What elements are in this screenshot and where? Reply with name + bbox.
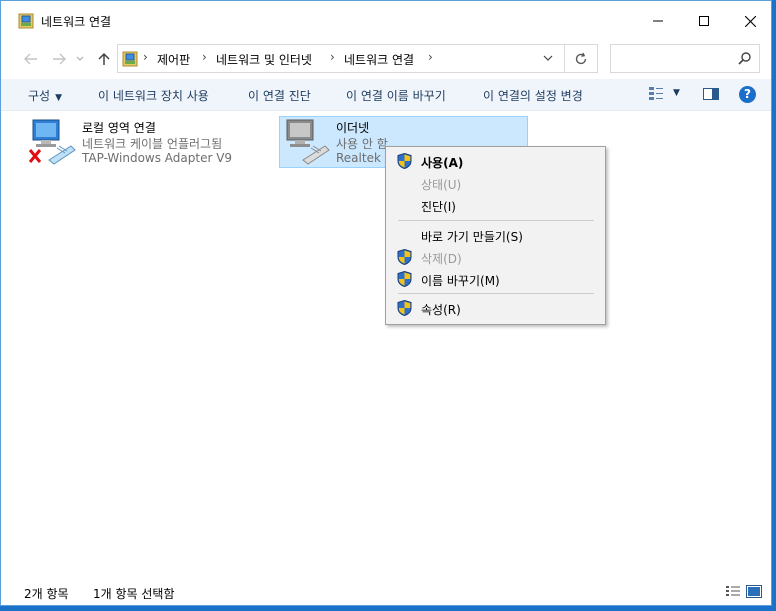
title-bar[interactable]: 네트워크 연결 [1,1,771,41]
connection-item[interactable]: 로컬 영역 연결 네트워크 케이블 언플러그됨 TAP-Windows Adap… [25,116,255,168]
menu-item-label: 바로 가기 만들기(S) [421,230,523,244]
preview-pane-icon[interactable] [703,88,719,100]
arrow-left-icon [24,53,37,65]
chevron-down-icon [76,56,84,61]
connection-adapter: Realtek P [336,151,392,165]
breadcrumb-network-connections[interactable]: 네트워크 연결 [344,51,414,68]
menu-item-create-shortcut[interactable]: 바로 가기 만들기(S) [386,224,605,246]
recent-locations-button[interactable] [73,50,87,68]
chevron-down-icon [543,55,553,61]
change-settings-button[interactable]: 이 연결의 설정 변경 [483,87,583,104]
maximize-button[interactable] [681,1,727,41]
diagnose-button[interactable]: 이 연결 진단 [248,87,311,104]
change-view-icon[interactable] [648,86,664,102]
search-icon [738,52,751,65]
menu-item-enable[interactable]: 사용(A) [386,150,605,172]
network-connections-window: 네트워크 연결 › 제어판 › 네트워크 및 인터넷 › 네트워크 연결 › 구… [0,0,772,606]
uac-shield-icon [397,271,412,287]
breadcrumb-network-internet[interactable]: 네트워크 및 인터넷 [216,51,312,68]
menu-item-properties[interactable]: 속성(R) [386,297,605,319]
command-bar: 구성 ▼ 이 네트워크 장치 사용 이 연결 진단 이 연결 이름 바꾸기 이 연… [1,79,771,111]
details-view-icon[interactable] [725,585,741,598]
connection-name: 로컬 영역 연결 [82,121,156,135]
menu-item-label: 사용(A) [421,156,464,170]
selection-count: 1개 항목 선택함 [93,587,175,601]
menu-separator [398,293,594,294]
menu-item-status[interactable]: 상태(U) [386,172,605,194]
minimize-icon [653,20,663,22]
menu-item-label: 진단(I) [421,200,456,214]
search-input[interactable] [610,44,760,73]
arrow-right-icon [53,53,66,65]
menu-item-rename[interactable]: 이름 바꾸기(M) [386,268,605,290]
view-options-dropdown[interactable]: ▼ [673,88,680,98]
connection-adapter: TAP-Windows Adapter V9 [82,151,233,165]
address-bar[interactable]: › 제어판 › 네트워크 및 인터넷 › 네트워크 연결 › [117,44,565,73]
menu-item-diagnose[interactable]: 진단(I) [386,194,605,216]
item-count: 2개 항목 [24,587,69,601]
uac-shield-icon [397,153,412,169]
close-icon [744,15,756,27]
menu-item-delete[interactable]: 삭제(D) [386,246,605,268]
refresh-button[interactable] [564,44,598,73]
rename-button[interactable]: 이 연결 이름 바꾸기 [346,87,446,104]
uac-shield-icon [397,249,412,265]
breadcrumb-separator[interactable]: › [428,50,433,64]
minimize-button[interactable] [635,1,681,41]
control-panel-icon [122,51,138,67]
breadcrumb-separator[interactable]: › [202,50,207,64]
menu-item-label: 상태(U) [421,178,462,192]
refresh-icon [575,52,586,64]
context-menu: 사용(A) 상태(U) 진단(I) 바로 가기 만들기(S) 삭제(D) 이름 … [385,146,606,325]
menu-separator [398,220,594,221]
organize-label: 구성 [28,89,51,103]
connection-name: 이더넷 [336,121,370,135]
large-icons-view-icon[interactable] [746,585,762,598]
up-button[interactable] [94,50,114,68]
back-button[interactable] [21,50,41,68]
uac-shield-icon [397,300,412,316]
breadcrumb-separator[interactable]: › [330,50,335,64]
address-dropdown[interactable] [543,51,553,64]
network-adapter-disabled-icon [286,119,330,165]
maximize-icon [699,16,709,26]
forward-button[interactable] [49,50,69,68]
caret-down-icon: ▼ [55,93,63,103]
menu-item-label: 삭제(D) [421,252,462,266]
menu-item-label: 속성(R) [421,303,461,317]
network-adapter-icon [28,119,76,165]
disable-device-button[interactable]: 이 네트워크 장치 사용 [98,87,209,104]
arrow-up-icon [98,52,110,65]
breadcrumb-control-panel[interactable]: 제어판 [157,51,190,68]
close-button[interactable] [727,1,773,41]
window-title: 네트워크 연결 [41,15,112,29]
connection-status: 네트워크 케이블 언플러그됨 [82,137,223,151]
help-icon[interactable]: ? [739,86,756,103]
network-connections-icon [18,13,34,29]
connection-status: 사용 안 함 [336,137,388,151]
menu-item-label: 이름 바꾸기(M) [421,274,500,288]
organize-button[interactable]: 구성 ▼ [28,87,62,104]
breadcrumb-separator[interactable]: › [143,50,148,64]
status-bar: 2개 항목 1개 항목 선택함 [1,579,771,605]
